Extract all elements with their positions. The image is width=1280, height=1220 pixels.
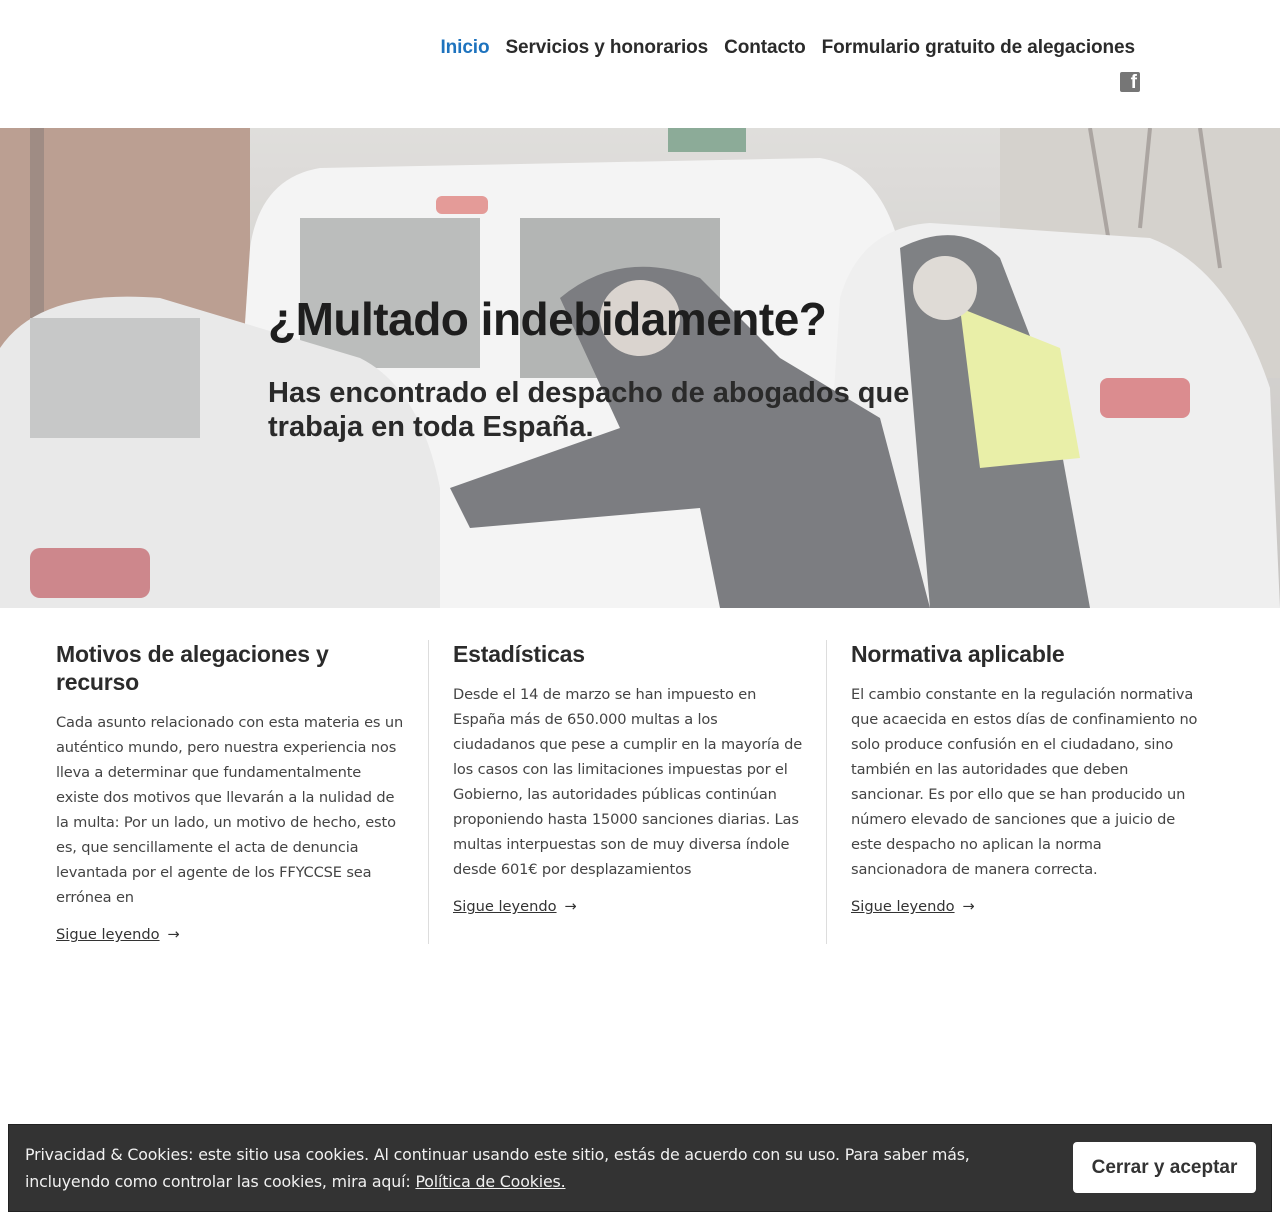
cookie-policy-link[interactable]: Política de Cookies. [415,1172,565,1191]
nav-item-formulario[interactable]: Formulario gratuito de alegaciones [814,34,1143,62]
post-card: Normativa aplicable El cambio constante … [851,640,1201,915]
cookie-banner: Privacidad & Cookies: este sitio usa coo… [8,1124,1272,1212]
nav-item-contacto[interactable]: Contacto [716,34,814,62]
facebook-icon[interactable]: f [1120,72,1140,93]
read-more: Sigue leyendo → [56,926,180,943]
hero-subtitle: Has encontrado el despacho de abogados q… [268,377,910,443]
column-divider [428,640,429,944]
post-title[interactable]: Motivos de alegaciones y recurso [56,640,406,696]
arrow-right-icon: → [167,926,180,943]
read-more-link[interactable]: Sigue leyendo [453,898,557,915]
hero-overlay [0,128,1280,608]
arrow-right-icon: → [962,898,975,915]
read-more: Sigue leyendo → [453,898,577,915]
hero-banner: ¿Multado indebidamente? Has encontrado e… [0,128,1280,608]
post-title[interactable]: Normativa aplicable [851,640,1201,668]
nav-item-inicio[interactable]: Inicio [432,34,497,62]
hero-title: ¿Multado indebidamente? [268,293,827,345]
post-card: Estadísticas Desde el 14 de marzo se han… [453,640,803,915]
post-title[interactable]: Estadísticas [453,640,803,668]
post-card: Motivos de alegaciones y recurso Cada as… [56,640,406,943]
site-header: Inicio Servicios y honorarios Contacto F… [0,0,1280,128]
read-more-link[interactable]: Sigue leyendo [851,898,955,915]
read-more: Sigue leyendo → [851,898,975,915]
read-more-link[interactable]: Sigue leyendo [56,926,160,943]
accept-cookies-button[interactable]: Cerrar y aceptar [1073,1142,1256,1193]
cookie-notice: Privacidad & Cookies: este sitio usa coo… [25,1141,1055,1195]
column-divider [826,640,827,944]
nav-item-servicios[interactable]: Servicios y honorarios [497,34,716,62]
main-navigation: Inicio Servicios y honorarios Contacto F… [432,34,1143,62]
post-excerpt: El cambio constante en la regulación nor… [851,686,1198,878]
post-excerpt: Cada asunto relacionado con esta materia… [56,714,404,906]
arrow-right-icon: → [564,898,577,915]
post-excerpt: Desde el 14 de marzo se han impuesto en … [453,686,803,878]
